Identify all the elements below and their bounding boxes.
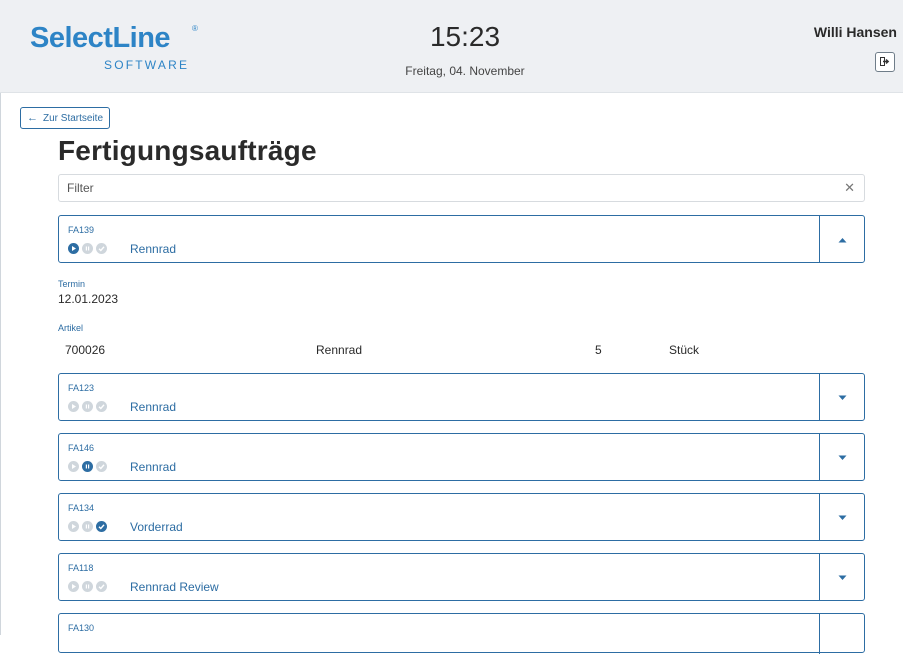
pause-icon	[82, 401, 93, 412]
chevron-down-icon	[838, 568, 847, 586]
clock-date: Freitag, 04. November	[405, 64, 525, 78]
pause-icon	[82, 521, 93, 532]
order-number: FA118	[68, 563, 94, 573]
order-card-fa146[interactable]: FA146 Rennrad	[58, 433, 865, 481]
artikel-quantity: 5	[595, 343, 602, 357]
filter-input[interactable]	[59, 175, 827, 201]
play-icon	[68, 401, 79, 412]
order-name: Rennrad Review	[130, 580, 219, 594]
expand-toggle[interactable]	[819, 434, 864, 480]
logout-icon	[880, 56, 890, 68]
chevron-down-icon	[838, 508, 847, 526]
order-card-fa118[interactable]: FA118 Rennrad Review	[58, 553, 865, 601]
arrow-left-icon: ←	[27, 112, 38, 124]
order-card-fa139[interactable]: FA139 Rennrad	[58, 215, 865, 263]
order-card-fa123[interactable]: FA123 Rennrad	[58, 373, 865, 421]
artikel-unit: Stück	[669, 343, 700, 357]
page-title: Fertigungsaufträge	[58, 135, 317, 166]
pause-icon	[82, 581, 93, 592]
termin-label: Termin	[58, 279, 86, 289]
app-header: SelectLine ® SOFTWARE 15:23 Freitag, 04.…	[0, 0, 903, 93]
play-icon	[68, 243, 79, 254]
status-icons	[68, 401, 107, 412]
logo-text: SelectLine	[30, 22, 171, 54]
expand-toggle[interactable]	[819, 374, 864, 420]
logo-registered-mark: ®	[192, 24, 198, 33]
order-name: Rennrad	[130, 400, 177, 414]
clock-time: 15:23	[429, 21, 501, 52]
chevron-down-icon	[838, 388, 847, 406]
status-icons	[68, 521, 107, 532]
expand-toggle[interactable]	[819, 494, 864, 540]
order-name: Rennrad	[130, 242, 177, 256]
order-number: FA123	[68, 383, 95, 393]
chevron-up-icon	[838, 230, 847, 248]
status-icons	[68, 461, 107, 472]
chevron-down-icon	[838, 448, 847, 466]
filter-field[interactable]: ✕	[58, 174, 865, 202]
status-icons	[68, 581, 107, 592]
logo-subtext: SOFTWARE	[104, 58, 190, 72]
pause-icon	[82, 461, 93, 472]
check-icon	[96, 581, 107, 592]
order-number: FA146	[68, 443, 95, 453]
order-number: FA130	[68, 623, 95, 633]
status-icons	[68, 243, 107, 254]
order-number: FA134	[68, 503, 95, 513]
close-icon[interactable]: ✕	[844, 180, 855, 196]
order-name: Rennrad	[130, 460, 177, 474]
artikel-name: Rennrad	[316, 343, 363, 357]
back-to-start-button[interactable]: ← Zur Startseite	[20, 107, 111, 129]
play-icon	[68, 581, 79, 592]
order-card-fa134[interactable]: FA134 Vorderrad	[58, 493, 865, 541]
check-icon	[96, 521, 107, 532]
artikel-label: Artikel	[58, 323, 84, 333]
check-icon	[96, 461, 107, 472]
pause-icon	[82, 243, 93, 254]
order-name: Vorderrad	[130, 520, 183, 534]
collapse-toggle[interactable]	[819, 216, 864, 262]
selectline-logo: SelectLine ® SOFTWARE	[30, 22, 200, 78]
left-border	[0, 0, 1, 635]
play-icon	[68, 461, 79, 472]
logout-button[interactable]	[875, 52, 895, 72]
user-name: Willi Hansen	[813, 24, 897, 40]
play-icon	[68, 521, 79, 532]
expand-toggle[interactable]	[819, 554, 864, 600]
check-icon	[96, 401, 107, 412]
back-button-label: Zur Startseite	[43, 112, 104, 124]
order-card-fa130[interactable]: FA130	[58, 613, 865, 654]
artikel-number: 700026	[65, 343, 106, 357]
termin-value: 12.01.2023	[58, 292, 119, 306]
check-icon	[96, 243, 107, 254]
order-number: FA139	[68, 225, 95, 235]
expand-toggle[interactable]	[819, 614, 864, 654]
